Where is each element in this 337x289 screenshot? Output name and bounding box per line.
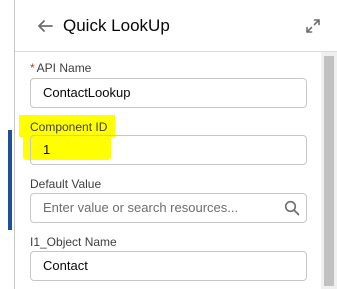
component-id-input[interactable]: 1	[30, 135, 307, 165]
required-marker: *	[30, 61, 35, 75]
arrow-left-icon[interactable]	[35, 16, 55, 36]
property-panel: Quick LookUp * API Name ContactLookup Com…	[14, 0, 337, 289]
default-value-placeholder: Enter value or search resources...	[43, 200, 239, 215]
api-name-label-text: API Name	[36, 61, 92, 75]
api-name-input[interactable]: ContactLookup	[30, 78, 307, 108]
panel-header: Quick LookUp	[15, 0, 337, 52]
panel-title: Quick LookUp	[63, 16, 170, 35]
component-id-value: 1	[43, 142, 51, 157]
default-value-label: Default Value	[30, 177, 102, 191]
scrollbar-thumb[interactable]	[324, 56, 334, 286]
object-name-input[interactable]: Contact	[30, 251, 307, 281]
component-id-label: Component ID	[30, 120, 108, 134]
canvas-accent-bar	[8, 130, 12, 230]
panel-scrollbar[interactable]	[321, 52, 337, 289]
default-value-input[interactable]: Enter value or search resources...	[30, 193, 307, 223]
search-icon[interactable]	[284, 200, 300, 216]
panel-body: * API Name ContactLookup Component ID 1 D…	[15, 52, 337, 289]
api-name-label: * API Name	[30, 60, 91, 76]
canvas-edge	[0, 0, 15, 289]
object-name-label: I1_Object Name	[30, 235, 117, 249]
builder-canvas: Quick LookUp * API Name ContactLookup Com…	[0, 0, 337, 289]
expand-icon[interactable]	[305, 18, 321, 34]
